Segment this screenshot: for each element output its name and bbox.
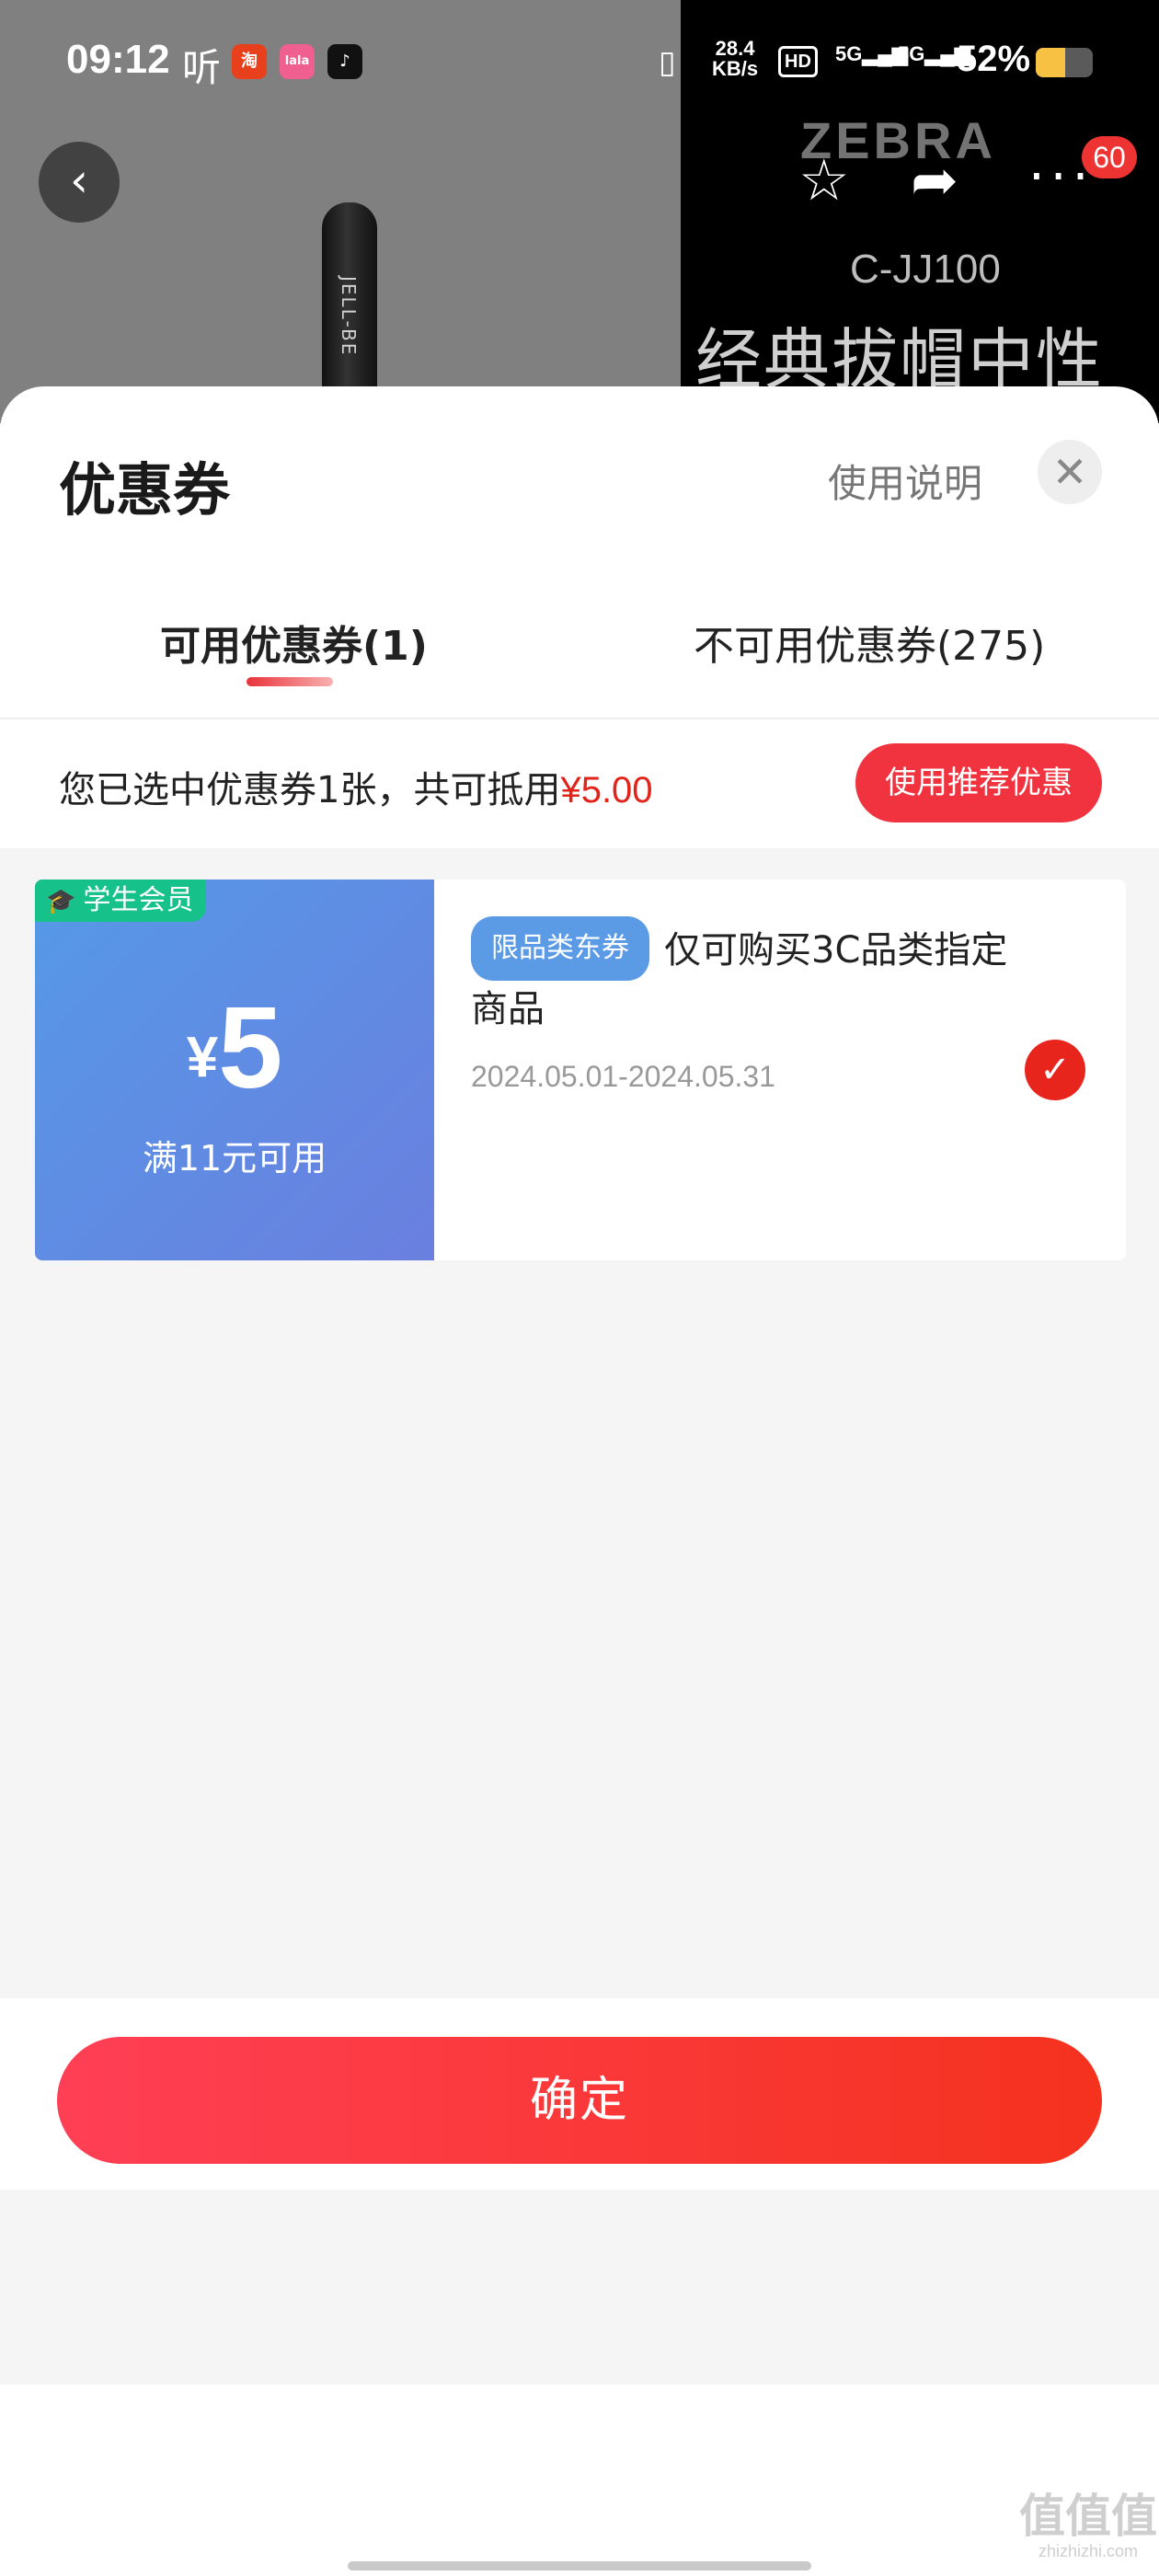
- coupon-value-panel: 🎓 学生会员 ¥5 满11元可用: [35, 880, 434, 1260]
- coupon-sheet: 优惠券 使用说明 ✕ 可用优惠券(1) 不可用优惠券(275) 您已选中优惠券1…: [0, 386, 1159, 2576]
- student-member-tag: 🎓 学生会员: [35, 880, 207, 922]
- home-indicator[interactable]: [348, 2561, 811, 2570]
- message-count-badge: 60: [1082, 136, 1137, 178]
- use-recommended-button[interactable]: 使用推荐优惠: [855, 743, 1102, 822]
- sim2-label: 5G: [898, 42, 925, 65]
- battery-fill: [1036, 48, 1066, 77]
- favorite-star-icon[interactable]: ☆: [798, 147, 850, 213]
- tiktok-app-icon: ♪: [327, 44, 362, 79]
- selection-summary-text: 您已选中优惠券1张，共可抵用¥5.00: [59, 760, 653, 813]
- coupon-scope-tag: 限品类东券: [471, 916, 649, 981]
- coupon-condition: 满11元可用: [142, 1138, 327, 1179]
- selected-check-icon[interactable]: ✓: [1025, 1040, 1085, 1100]
- battery-percent: 52%: [957, 39, 1031, 79]
- coupon-details: 限品类东券 仅可购买3C品类指定商品 2024.05.01-2024.05.31 …: [434, 880, 1126, 1260]
- sheet-title: 优惠券: [59, 456, 231, 523]
- taobao-app-icon: 淘: [232, 44, 267, 79]
- graduation-cap-icon: 🎓: [46, 888, 76, 915]
- network-speed-unit: KB/s: [712, 57, 759, 80]
- hd-voice-icon: HD: [778, 46, 818, 77]
- tab-available-coupons[interactable]: 可用优惠券(1): [160, 613, 428, 672]
- listen-indicator: 听: [182, 45, 222, 90]
- member-tag-label: 学生会员: [83, 884, 194, 916]
- active-tab-indicator: [247, 677, 333, 686]
- network-speed-value: 28.4: [715, 37, 755, 60]
- tab-unavailable-coupons[interactable]: 不可用优惠券(275): [694, 613, 1045, 672]
- pen-label: JELL-BE: [338, 276, 360, 357]
- coupon-amount: ¥5: [35, 981, 434, 1114]
- coupon-validity: 2024.05.01-2024.05.31: [471, 1060, 775, 1093]
- lalaka-app-icon: lala: [280, 44, 315, 79]
- status-bar: 09:12 听 淘 lala ♪ ▯ 28.4 KB/s HD 5G▂▄▆ 5G…: [0, 0, 1159, 124]
- watermark: 值值值 zhizhizhi.com: [1019, 2491, 1157, 2561]
- network-speed: 28.4 KB/s: [712, 39, 758, 79]
- bottom-bar: 确定: [0, 1998, 1159, 2190]
- status-time: 09:12: [66, 37, 170, 82]
- summary-prefix: 您已选中优惠券1张，共可抵用: [59, 769, 561, 811]
- confirm-button[interactable]: 确定: [57, 2037, 1102, 2164]
- close-button[interactable]: ✕: [1038, 440, 1102, 504]
- signal-sim1-icon: 5G▂▄▆: [835, 42, 908, 65]
- currency-symbol: ¥: [186, 1026, 219, 1089]
- sim1-label: 5G: [835, 42, 863, 65]
- coupon-amount-value: 5: [218, 983, 283, 1112]
- vibrate-icon: ▯: [659, 44, 676, 81]
- summary-amount: ¥5.00: [560, 770, 653, 811]
- coupon-description: 限品类东券 仅可购买3C品类指定商品: [471, 916, 1041, 1038]
- share-icon[interactable]: ➦: [911, 147, 958, 213]
- back-button[interactable]: ‹: [39, 142, 120, 223]
- usage-instructions-link[interactable]: 使用说明: [828, 453, 982, 509]
- coupon-card[interactable]: 🎓 学生会员 ¥5 满11元可用 限品类东券 仅可购买3C品类指定商品 2024.0…: [35, 880, 1126, 1260]
- watermark-url: zhizhizhi.com: [1038, 2542, 1139, 2560]
- selection-summary: 您已选中优惠券1张，共可抵用¥5.00 使用推荐优惠: [0, 719, 1159, 848]
- product-model: C-JJ100: [850, 247, 1001, 292]
- watermark-main: 值值值: [1019, 2490, 1157, 2543]
- battery-icon: [1036, 48, 1093, 77]
